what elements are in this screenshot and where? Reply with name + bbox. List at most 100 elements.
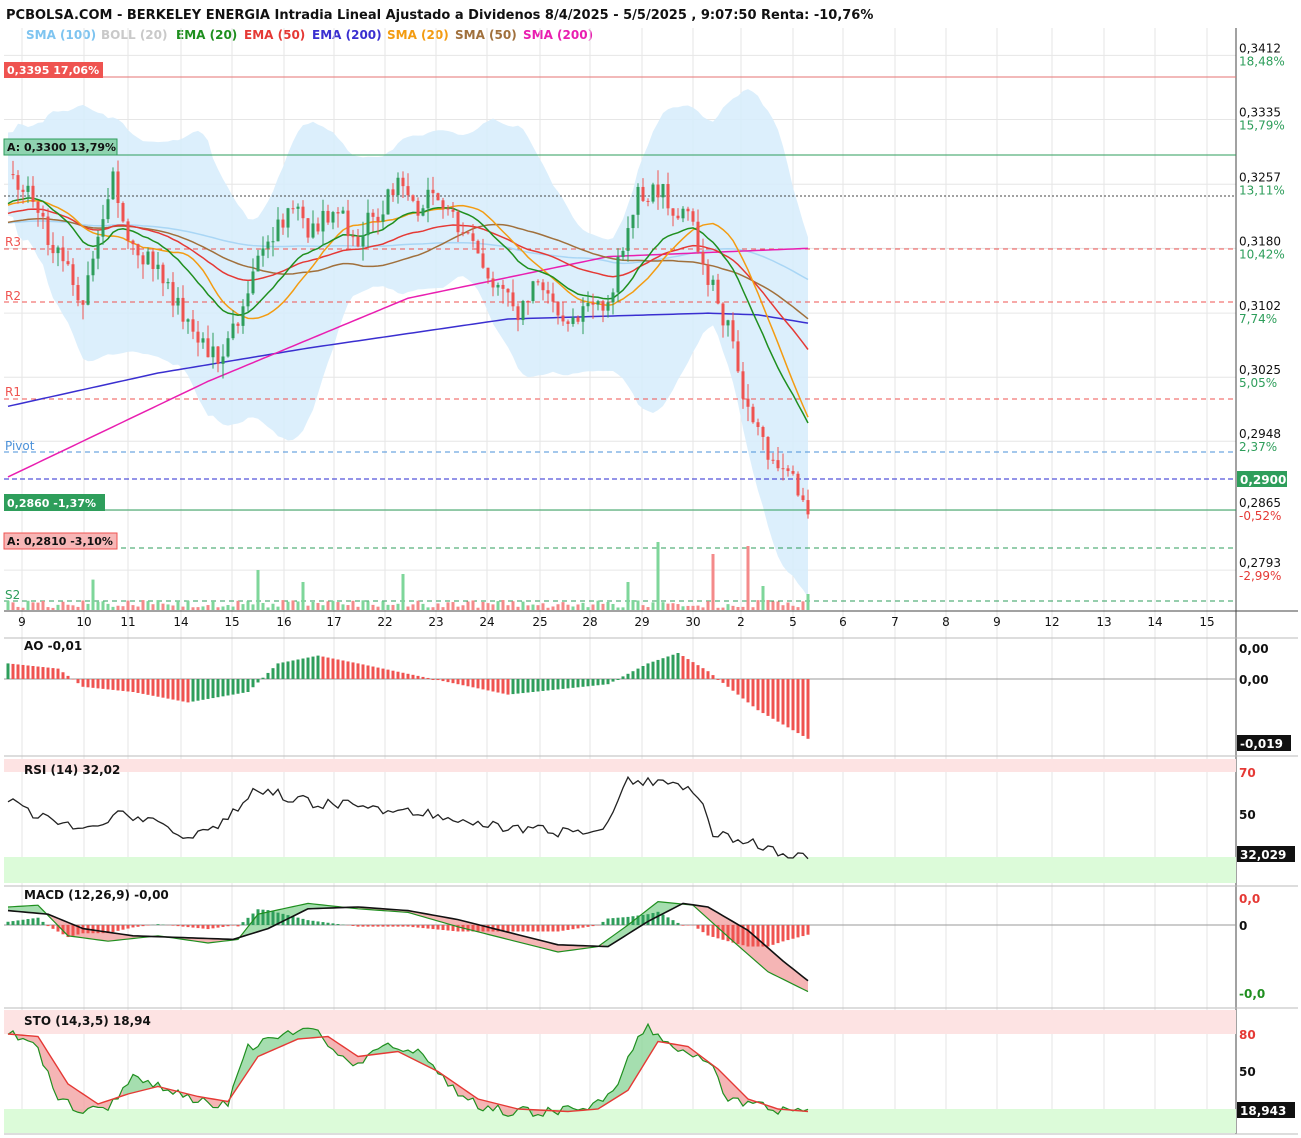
- candle-body: [61, 247, 65, 262]
- macd-hist-bar: [201, 925, 205, 929]
- volume-bar: [86, 603, 90, 610]
- macd-hist-bar: [51, 925, 55, 929]
- candle-body: [526, 300, 530, 302]
- last-price-label: 0,2900: [1240, 473, 1286, 487]
- candle-body: [481, 253, 485, 268]
- pct-tick: 18,48%: [1239, 54, 1285, 68]
- volume-bar: [341, 604, 345, 610]
- volume-bar: [426, 607, 430, 610]
- volume-bar: [446, 602, 450, 610]
- ao-bar: [396, 671, 400, 679]
- ao-bar: [736, 679, 740, 695]
- candle-body: [306, 218, 310, 238]
- macd-hist-bar: [321, 922, 325, 925]
- macd-hist-bar: [416, 925, 420, 928]
- volume-bar: [346, 605, 350, 610]
- volume-bar: [656, 542, 660, 610]
- volume-bar: [531, 604, 535, 610]
- macd-hist-bar: [591, 925, 595, 927]
- ao-bar: [551, 679, 555, 690]
- ao-bar: [376, 667, 380, 679]
- macd-hist-bar: [271, 911, 275, 925]
- volume-bar: [6, 600, 10, 610]
- ao-bar: [786, 679, 790, 728]
- volume-bar: [576, 604, 580, 610]
- ao-bar: [141, 679, 145, 694]
- candle-body: [51, 244, 55, 254]
- ao-bar: [681, 656, 685, 679]
- volume-bar: [756, 600, 760, 610]
- ao-bar: [631, 671, 635, 679]
- macd-hist-bar: [756, 925, 760, 947]
- macd-hist-bar: [316, 921, 320, 925]
- candle-body: [781, 468, 785, 470]
- volume-bar: [151, 604, 155, 610]
- ao-bar: [56, 668, 60, 679]
- volume-bar: [316, 602, 320, 610]
- volume-bar: [736, 606, 740, 610]
- candle-body: [351, 236, 355, 238]
- candle-body: [336, 212, 340, 214]
- volume-bar: [61, 601, 65, 610]
- volume-bar: [606, 602, 610, 610]
- ao-bar: [61, 672, 65, 679]
- ao-bar: [666, 656, 670, 679]
- volume-bar: [111, 606, 115, 610]
- ao-bar: [531, 679, 535, 692]
- candle-body: [41, 212, 45, 217]
- ao-bar: [36, 666, 40, 679]
- candle-body: [501, 284, 505, 289]
- macd-hist-bar: [351, 925, 355, 926]
- macd-hist-bar: [526, 925, 530, 932]
- ao-bar: [596, 679, 600, 686]
- pct-tick: 10,42%: [1239, 247, 1285, 261]
- ao-bar: [226, 679, 230, 696]
- candle-body: [76, 285, 80, 301]
- ao-bar: [691, 662, 695, 679]
- volume-bar: [586, 607, 590, 610]
- chart-root: PCBOLSA.COM - BERKELEY ENERGIA Intradia …: [0, 0, 1301, 1138]
- sto-last: 18,943: [1240, 1104, 1286, 1118]
- date-tick: 29: [634, 615, 649, 629]
- ao-bar: [421, 676, 425, 679]
- macd-hist-bar: [426, 925, 430, 929]
- ao-bar: [176, 679, 180, 701]
- ao-bar: [156, 679, 160, 697]
- sto-panel: STO (14,3,5) 18,94 80 50 18,943: [4, 1010, 1295, 1133]
- macd-hist-bar: [666, 917, 670, 925]
- r2-label: R2: [5, 289, 21, 303]
- ao-bar: [656, 659, 660, 679]
- sto-oversold-zone: [4, 1109, 1236, 1133]
- chart-canvas[interactable]: PCBOLSA.COM - BERKELEY ENERGIA Intradia …: [0, 0, 1301, 1138]
- candle-body: [691, 211, 695, 222]
- r3-label: R3: [5, 235, 21, 249]
- candle-body: [581, 306, 585, 322]
- ao-bar: [281, 662, 285, 679]
- ao-bar: [516, 679, 520, 694]
- ao-bar: [356, 663, 360, 679]
- candle-body: [591, 302, 595, 305]
- macd-hist-bar: [111, 925, 115, 932]
- fill-segment: [73, 1087, 78, 1113]
- volume-bar: [496, 601, 500, 610]
- macd-hist-bar: [476, 925, 480, 932]
- candle-body: [256, 255, 260, 272]
- candle-body: [371, 212, 375, 217]
- macd-hist-bar: [401, 925, 405, 927]
- ao-bar: [726, 679, 730, 687]
- sto-overbought-zone: [4, 1010, 1236, 1034]
- ao-bar: [391, 670, 395, 679]
- candle-body: [361, 235, 365, 247]
- ao-bar: [476, 679, 480, 689]
- candle-body: [131, 240, 135, 245]
- ao-bar: [116, 679, 120, 691]
- ao-bar: [646, 663, 650, 679]
- volume-bar: [96, 601, 100, 610]
- ao-bar: [51, 668, 55, 679]
- price-tick: 0,3335: [1239, 105, 1281, 119]
- volume-bar: [16, 606, 20, 610]
- volume-bar: [311, 602, 315, 610]
- date-tick: 15: [1199, 615, 1214, 629]
- volume-bar: [651, 602, 655, 610]
- volume-bar: [761, 586, 765, 610]
